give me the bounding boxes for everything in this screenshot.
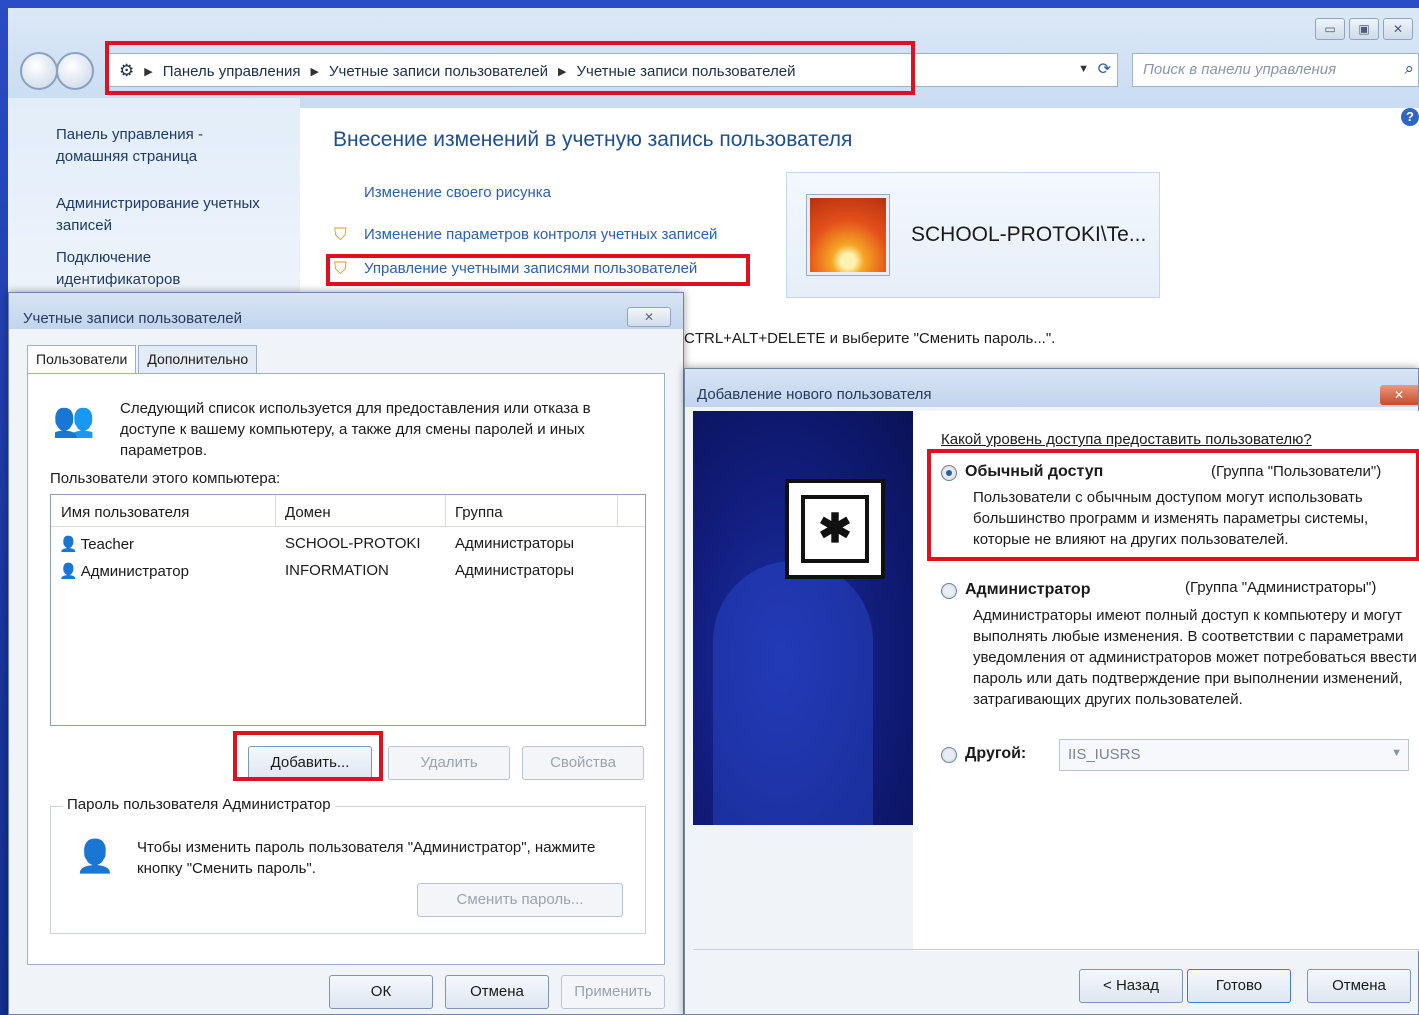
cell-group: Администраторы bbox=[455, 535, 575, 552]
dialog-title: Учетные записи пользователей bbox=[9, 293, 683, 329]
minimize-button[interactable]: ▭ bbox=[1315, 18, 1345, 40]
dropdown-arrow-icon[interactable]: ▼ bbox=[1078, 63, 1089, 75]
cancel-button[interactable]: Отмена bbox=[445, 975, 549, 1009]
option-admin-label[interactable]: Администратор bbox=[965, 581, 1090, 599]
column-header-name[interactable]: Имя пользователя bbox=[61, 504, 189, 521]
wizard-banner: ✱ bbox=[693, 411, 913, 825]
standard-highlight bbox=[927, 449, 1419, 561]
user-icon: 👤 bbox=[59, 536, 78, 553]
cell-group: Администраторы bbox=[455, 562, 575, 579]
ok-button[interactable]: ОК bbox=[329, 975, 433, 1009]
cell-domain: INFORMATION bbox=[285, 562, 389, 579]
column-header-group[interactable]: Группа bbox=[455, 504, 503, 521]
remove-button[interactable]: Удалить bbox=[388, 746, 510, 780]
chevron-down-icon[interactable]: ▼ bbox=[1391, 747, 1402, 759]
user-card: SCHOOL-PROTOKI\Te... bbox=[786, 172, 1160, 298]
shield-icon: ⛉ bbox=[334, 225, 347, 244]
group-title: Пароль пользователя Администратор bbox=[63, 796, 335, 813]
help-icon[interactable]: ? bbox=[1401, 108, 1419, 126]
window-controls: ▭ ▣ ✕ bbox=[1315, 18, 1413, 40]
close-button[interactable]: ✕ bbox=[627, 307, 671, 327]
users-list[interactable]: Имя пользователя Домен Группа 👤 Teacher S… bbox=[50, 494, 646, 726]
cancel-button[interactable]: Отмена bbox=[1307, 969, 1411, 1003]
dialog-title-text: Добавление нового пользователя bbox=[697, 386, 932, 403]
close-button[interactable]: ✕ bbox=[1383, 18, 1413, 40]
tab-strip: Пользователи Дополнительно bbox=[27, 345, 259, 375]
sidebar-item-admin[interactable]: Администрирование учетных записей bbox=[56, 193, 296, 237]
banner-figure bbox=[713, 561, 873, 825]
tab-users[interactable]: Пользователи bbox=[27, 345, 137, 375]
task-change-picture[interactable]: Изменение своего рисунка bbox=[364, 184, 551, 201]
refresh-icon[interactable]: ⟳ bbox=[1098, 59, 1111, 79]
table-row[interactable]: 👤 Teacher SCHOOL-PROTOKI Администраторы bbox=[51, 531, 645, 557]
password-text: Чтобы изменить пароль пользователя "Адми… bbox=[137, 839, 596, 877]
column-divider[interactable] bbox=[445, 495, 446, 527]
dialog-title-text: Учетные записи пользователей bbox=[23, 310, 242, 327]
user-name: SCHOOL-PROTOKI\Te... bbox=[911, 223, 1147, 246]
search-input[interactable]: Поиск в панели управления ⌕ bbox=[1132, 53, 1419, 87]
group-select-value: IIS_IUSRS bbox=[1068, 746, 1141, 763]
user-accounts-dialog: Учетные записи пользователей ✕ Пользоват… bbox=[8, 292, 684, 1015]
maximize-button[interactable]: ▣ bbox=[1349, 18, 1379, 40]
finish-button[interactable]: Готово bbox=[1187, 969, 1291, 1003]
column-divider[interactable] bbox=[275, 495, 276, 527]
search-icon[interactable]: ⌕ bbox=[1404, 59, 1414, 79]
cell-name: Teacher bbox=[80, 536, 135, 553]
option-admin-desc: Администраторы имеют полный доступ к ком… bbox=[973, 607, 1417, 708]
divider bbox=[693, 949, 1419, 950]
tab-advanced[interactable]: Дополнительно bbox=[138, 345, 258, 375]
search-placeholder: Поиск в панели управления bbox=[1143, 61, 1337, 78]
cell-name: Администратор bbox=[80, 563, 189, 580]
avatar[interactable] bbox=[807, 195, 889, 275]
users-label: Пользователи этого компьютера: bbox=[50, 470, 281, 487]
add-user-dialog: Добавление нового пользователя ✕ ✱ Какой… bbox=[684, 368, 1419, 1015]
properties-button[interactable]: Свойства bbox=[522, 746, 644, 780]
admin-user-icon: 👤 bbox=[59, 563, 78, 580]
sidebar: Панель управления - домашняя страница Ад… bbox=[8, 98, 300, 318]
change-password-button[interactable]: Сменить пароль... bbox=[417, 883, 623, 917]
table-row[interactable]: 👤 Администратор INFORMATION Администратор… bbox=[51, 558, 645, 584]
column-divider[interactable] bbox=[617, 495, 618, 527]
password-hint: CTRL+ALT+DELETE и выберите "Сменить паро… bbox=[684, 330, 1056, 347]
tab-panel: 👥 Следующий список используется для пред… bbox=[27, 373, 665, 965]
back-button[interactable]: < Назад bbox=[1079, 969, 1183, 1003]
security-key-icon: ✱ bbox=[785, 479, 885, 579]
add-highlight bbox=[233, 731, 383, 781]
apply-button[interactable]: Применить bbox=[561, 975, 665, 1009]
option-other-label[interactable]: Другой: bbox=[965, 745, 1026, 763]
user-password-icon: 👤 bbox=[75, 838, 115, 874]
radio-other[interactable] bbox=[941, 747, 957, 763]
option-admin-group: (Группа "Администраторы") bbox=[1185, 579, 1377, 596]
page-title: Внесение изменений в учетную запись поль… bbox=[333, 128, 853, 151]
wizard-content: Какой уровень доступа предоставить польз… bbox=[913, 411, 1419, 951]
close-button[interactable]: ✕ bbox=[1380, 385, 1418, 405]
asterisk-icon: ✱ bbox=[801, 495, 869, 563]
users-icon: 👥 bbox=[52, 401, 96, 439]
back-button[interactable] bbox=[20, 52, 58, 90]
sidebar-item-home[interactable]: Панель управления - домашняя страница bbox=[56, 124, 236, 168]
forward-button[interactable] bbox=[56, 52, 94, 90]
address-highlight bbox=[105, 41, 915, 95]
column-header-domain[interactable]: Домен bbox=[285, 504, 331, 521]
radio-administrator[interactable] bbox=[941, 583, 957, 599]
task-uac-settings[interactable]: Изменение параметров контроля учетных за… bbox=[364, 226, 717, 243]
group-select[interactable]: IIS_IUSRS ▼ bbox=[1059, 739, 1409, 771]
access-question: Какой уровень доступа предоставить польз… bbox=[941, 431, 1312, 448]
list-header: Имя пользователя Домен Группа bbox=[51, 495, 645, 527]
description: Следующий список используется для предос… bbox=[120, 400, 591, 459]
cell-domain: SCHOOL-PROTOKI bbox=[285, 535, 421, 552]
dialog-title: Добавление нового пользователя bbox=[685, 369, 1418, 407]
password-group: Пароль пользователя Администратор 👤 Чтоб… bbox=[50, 796, 646, 934]
task-highlight bbox=[326, 254, 750, 286]
